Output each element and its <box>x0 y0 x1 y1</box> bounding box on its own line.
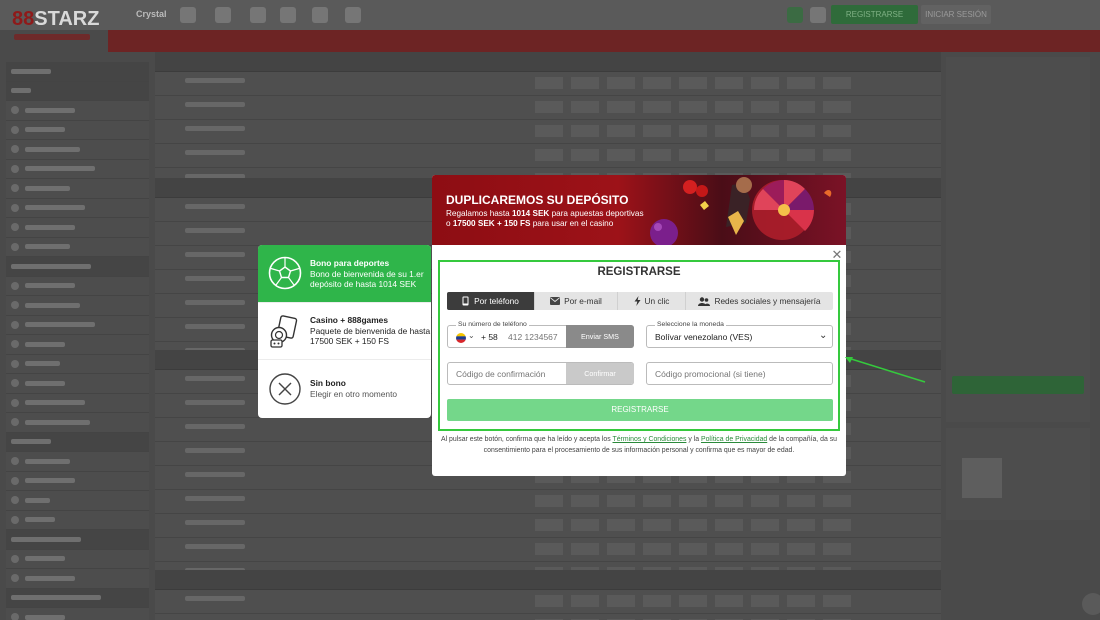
currency-field-label: Seleccione la moneda <box>655 321 726 328</box>
tab-phone[interactable]: Por teléfono <box>447 292 535 310</box>
bonus-description: Bono de bienvenida de su 1.er depósito d… <box>310 268 424 289</box>
phone-prefix: + 58 <box>481 332 498 342</box>
promo-title: DUPLICAREMOS SU DEPÓSITO <box>446 193 629 207</box>
country-flag-icon[interactable] <box>456 333 466 343</box>
sports-sidebar <box>6 62 149 620</box>
nav-icon <box>180 7 196 23</box>
tab-social[interactable]: Redes sociales y mensajería <box>686 292 833 310</box>
header-login-button[interactable]: INICIAR SESIÓN <box>921 5 991 24</box>
promo-code-field <box>646 362 833 385</box>
submit-register-button[interactable]: REGISTRARSE <box>447 399 833 421</box>
chat-icon <box>1082 593 1100 615</box>
form-title: REGISTRARSE <box>597 266 681 278</box>
phone-icon <box>462 296 469 306</box>
terms-text: Al pulsar este botón, confirma que ha le… <box>441 436 837 454</box>
registration-method-tabs: Por teléfono Por e-mail Un clic Redes so… <box>447 292 833 310</box>
bonus-description: Elegir en otro momento <box>310 389 398 400</box>
bonus-option-none[interactable]: Sin bono Elegir en otro momento <box>258 360 431 418</box>
currency-value: Bolívar venezolano (VES) <box>655 332 753 342</box>
terms-link[interactable]: Términos y Condiciones <box>613 436 687 443</box>
registration-modal: DUPLICAREMOS SU DEPÓSITO Regalamos hasta… <box>432 175 846 476</box>
nav-icon <box>215 7 231 23</box>
registration-form: REGISTRARSE Por teléfono Por e-mail Un c… <box>438 260 840 431</box>
users-icon <box>698 296 711 306</box>
soccer-ball-icon <box>268 256 302 290</box>
confirmation-code-field: Confirmar <box>447 362 634 385</box>
nav-icon <box>280 7 296 23</box>
casino-chips-icon <box>268 314 302 348</box>
bonus-title: Sin bono <box>310 378 346 389</box>
envelope-icon <box>550 297 561 305</box>
qr-code <box>962 458 1002 498</box>
nav-icon <box>312 7 328 23</box>
no-bonus-icon <box>268 372 302 406</box>
bonus-selector: Bono para deportes Bono de bienvenida de… <box>258 245 431 418</box>
annotation-arrow <box>845 357 926 383</box>
chevron-down-icon: ⌄ <box>819 330 828 341</box>
confirmation-code-input[interactable] <box>456 367 564 381</box>
bonus-option-casino[interactable]: Casino + 888games Paquete de bienvenida … <box>258 303 431 361</box>
nav-icon <box>250 7 266 23</box>
tab-email[interactable]: Por e-mail <box>535 292 618 310</box>
phone-field-label: Su número de teléfono <box>456 321 529 328</box>
promo-banner: DUPLICAREMOS SU DEPÓSITO Regalamos hasta… <box>432 175 846 245</box>
phone-field: Su número de teléfono ⌄ + 58 Enviar SMS <box>447 321 634 348</box>
calendar-icon <box>810 7 826 23</box>
bonus-title: Bono para deportes <box>310 257 390 268</box>
bonus-title: Casino + 888games <box>310 315 388 326</box>
bonus-description: Paquete de bienvenida de hasta 17500 SEK… <box>310 326 431 347</box>
bet-slip-panel <box>946 57 1090 422</box>
app-download-panel <box>946 428 1090 520</box>
promo-code-input[interactable] <box>655 367 825 381</box>
phone-input[interactable] <box>508 330 568 344</box>
privacy-link[interactable]: Política de Privacidad <box>701 436 767 443</box>
logo-underline <box>14 34 90 40</box>
place-bet-button <box>952 376 1084 394</box>
bonus-option-sports[interactable]: Bono para deportes Bono de bienvenida de… <box>258 245 431 303</box>
promo-subtitle: Regalamos hasta 1014 SEK para apuestas d… <box>446 209 644 228</box>
currency-select[interactable]: Seleccione la moneda Bolívar venezolano … <box>646 321 833 348</box>
main-menu <box>108 30 1100 52</box>
send-sms-button[interactable]: Enviar SMS <box>566 325 634 348</box>
confirm-button[interactable]: Confirmar <box>566 363 634 384</box>
crystal-label: Crystal <box>136 9 167 19</box>
tab-one-click[interactable]: Un clic <box>618 292 686 310</box>
gift-icon <box>787 7 803 23</box>
nav-icon <box>345 7 361 23</box>
header-register-button[interactable]: REGISTRARSE <box>831 5 918 24</box>
lightning-icon <box>634 296 641 306</box>
chevron-down-icon[interactable]: ⌄ <box>468 331 475 340</box>
